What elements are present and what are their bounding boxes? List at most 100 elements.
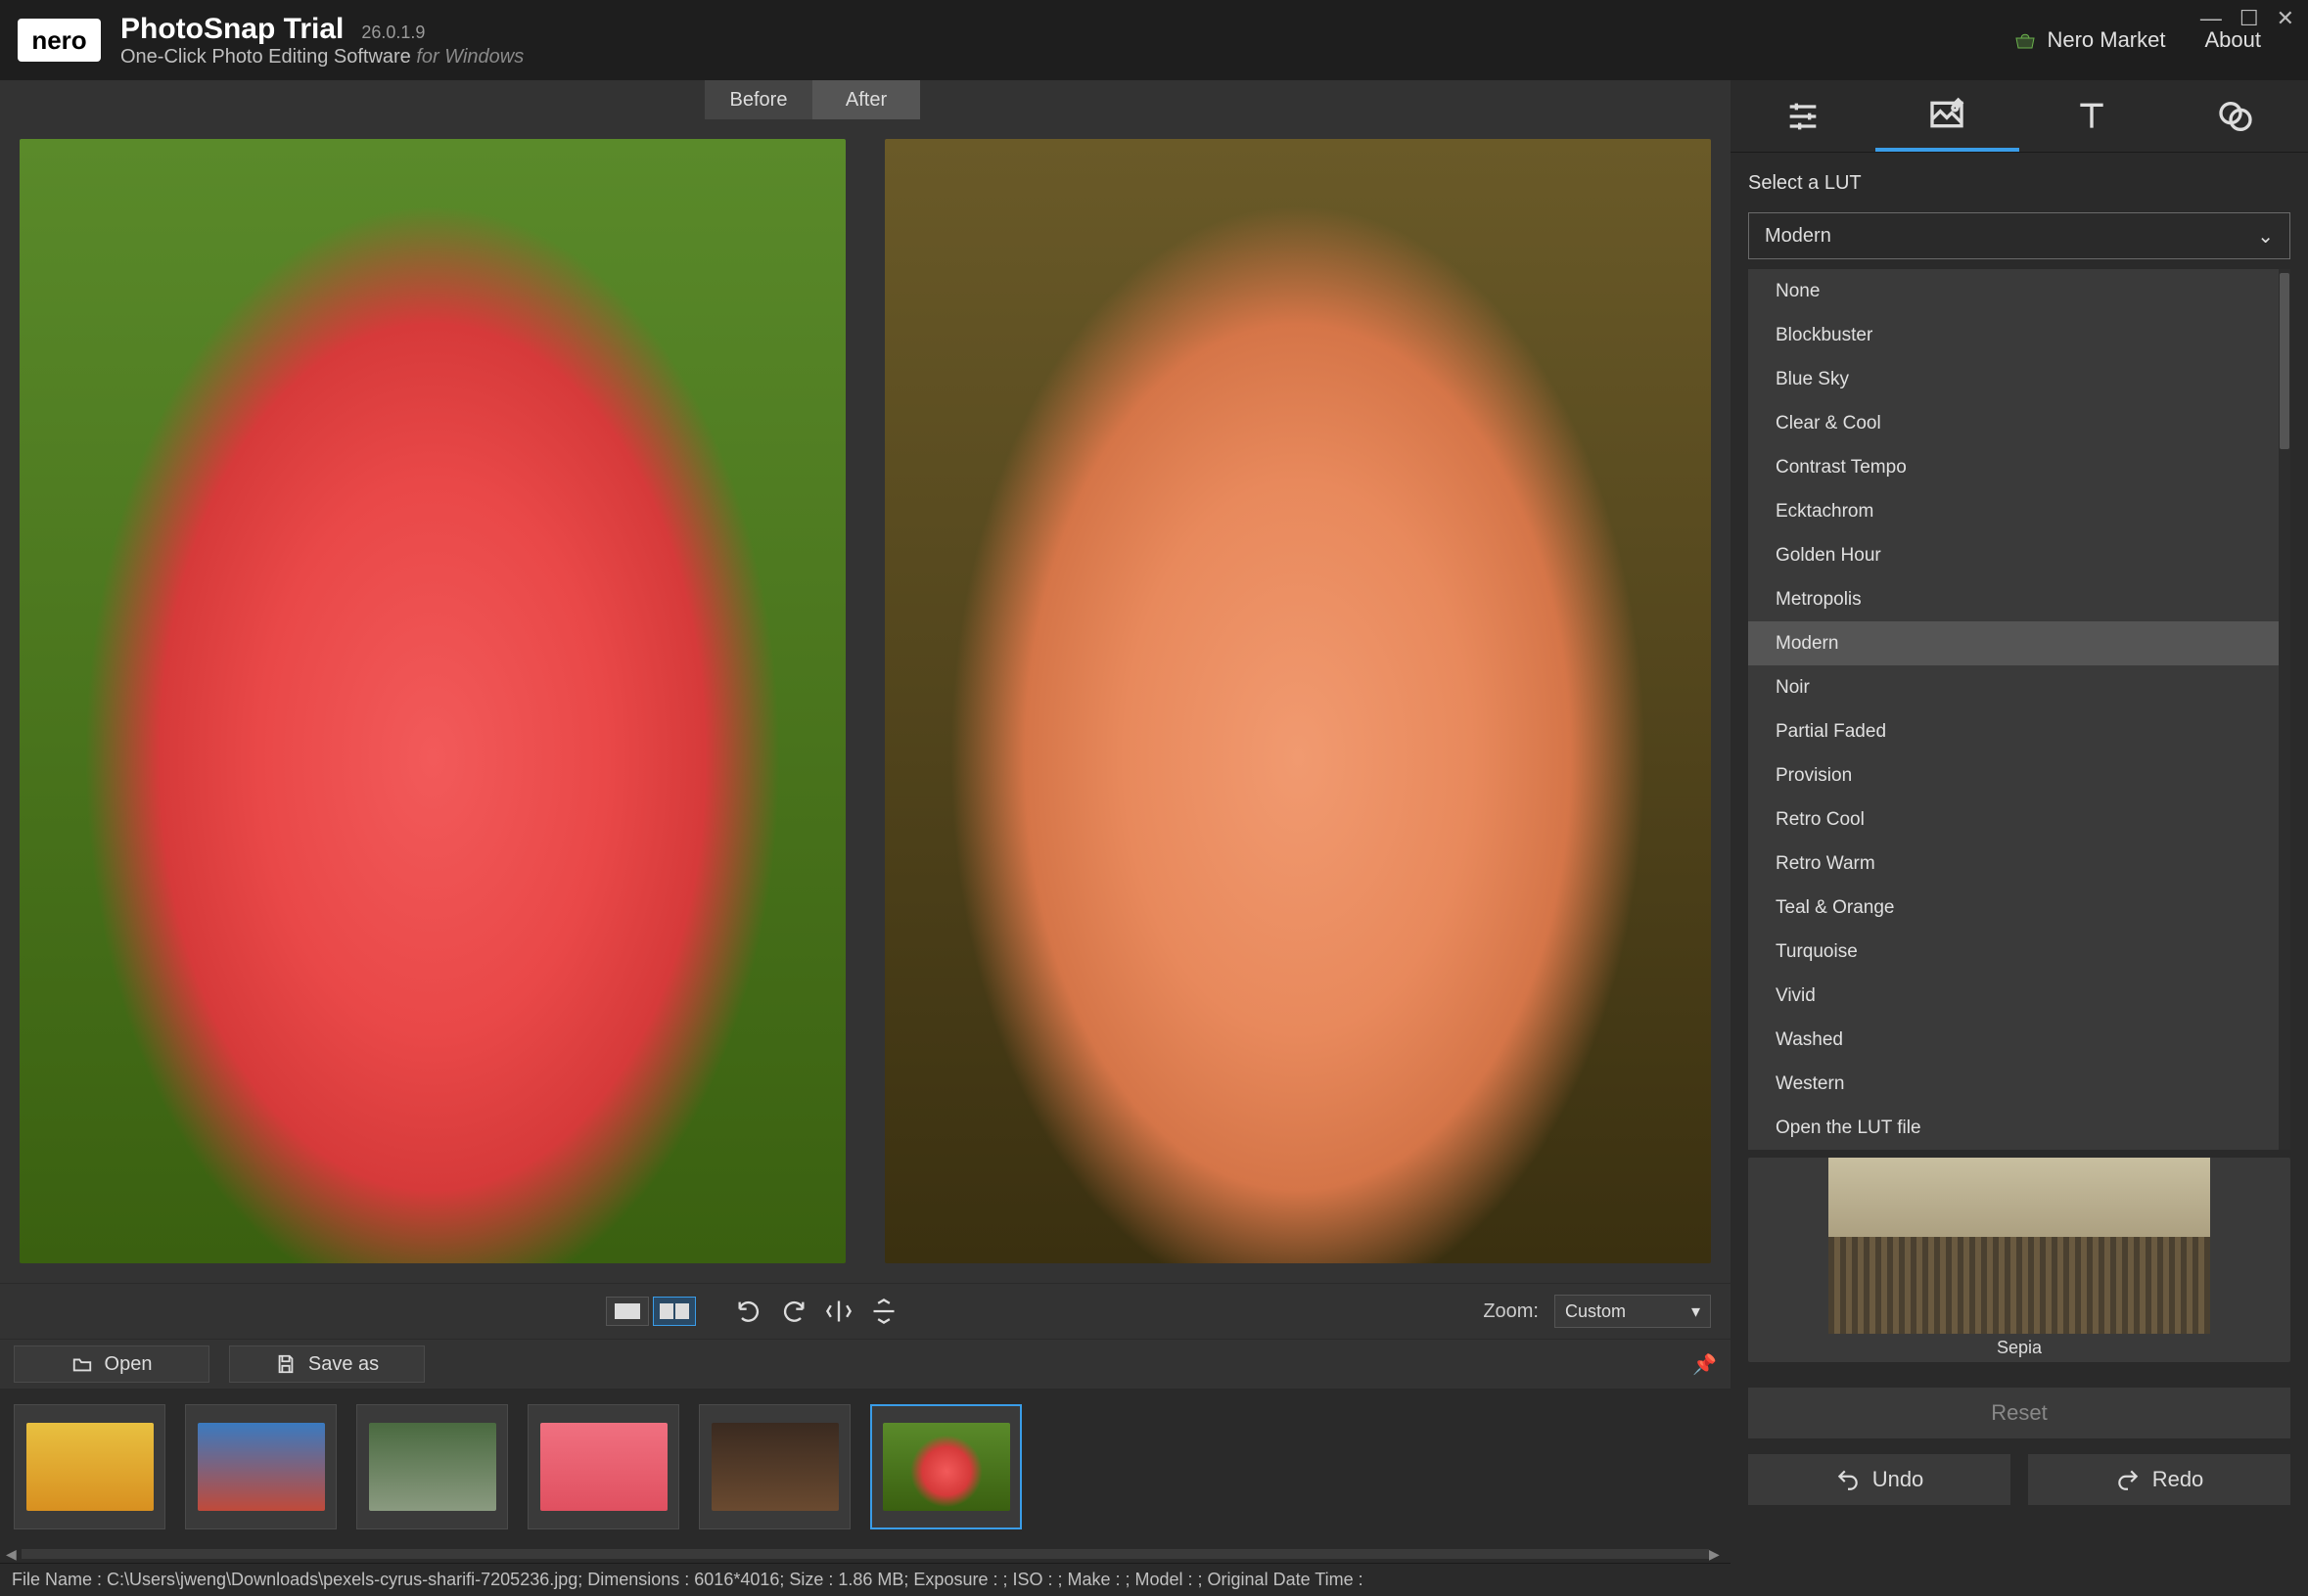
lut-option-ecktachrom[interactable]: Ecktachrom (1748, 489, 2290, 533)
lut-selected-value: Modern (1765, 225, 1831, 248)
pin-button[interactable]: 📌 (1692, 1352, 1717, 1377)
side-tabs (1731, 80, 2308, 153)
scroll-track[interactable] (22, 1549, 1709, 1559)
open-label: Open (105, 1353, 153, 1376)
lut-option-golden-hour[interactable]: Golden Hour (1748, 533, 2290, 577)
after-image (885, 139, 1711, 1263)
lut-option-clear-cool[interactable]: Clear & Cool (1748, 401, 2290, 445)
lut-preview-strip: Sepia (1731, 1150, 2308, 1372)
subtitle-main: One-Click Photo Editing Software (120, 46, 411, 68)
lut-option-modern[interactable]: Modern (1748, 621, 2290, 665)
lut-select[interactable]: Modern ⌄ (1748, 212, 2290, 259)
subtitle-for: for Windows (416, 46, 524, 68)
undo-button[interactable]: Undo (1748, 1454, 2010, 1505)
effects-tab[interactable] (2164, 80, 2308, 152)
open-icon (71, 1353, 93, 1375)
side-panel: Select a LUT Modern ⌄ NoneBlockbusterBlu… (1731, 80, 2308, 1596)
chevron-down-icon: ⌄ (2257, 224, 2274, 249)
compare-tabs: Before After (0, 80, 1731, 119)
nero-market-link[interactable]: Nero Market (2013, 27, 2165, 53)
image-viewer (0, 119, 1731, 1283)
scroll-left-icon[interactable]: ◀ (6, 1546, 22, 1563)
thumbnail-3[interactable] (528, 1404, 679, 1529)
lut-option-open-the-lut-file[interactable]: Open the LUT file (1748, 1106, 2290, 1150)
lut-option-blockbuster[interactable]: Blockbuster (1748, 313, 2290, 357)
lut-tab[interactable] (1875, 80, 2020, 152)
redo-label: Redo (2152, 1467, 2204, 1492)
flip-vertical-button[interactable] (870, 1300, 898, 1323)
lut-option-vivid[interactable]: Vivid (1748, 974, 2290, 1018)
close-button[interactable]: ✕ (2277, 6, 2294, 31)
undo-icon (1835, 1467, 1861, 1492)
lut-option-turquoise[interactable]: Turquoise (1748, 930, 2290, 974)
lut-option-noir[interactable]: Noir (1748, 665, 2290, 709)
zoom-select[interactable]: Custom ▾ (1554, 1295, 1711, 1328)
workspace-panel: Before After Zoom: (0, 80, 1731, 1596)
flip-horizontal-button[interactable] (825, 1300, 853, 1323)
thumbnail-image (883, 1423, 1010, 1511)
open-button[interactable]: Open (14, 1345, 209, 1383)
zoom-label: Zoom: (1483, 1300, 1539, 1323)
lut-option-washed[interactable]: Washed (1748, 1018, 2290, 1062)
tab-after[interactable]: After (812, 80, 920, 119)
title-block: PhotoSnap Trial 26.0.1.9 One-Click Photo… (120, 13, 524, 68)
rotate-left-button[interactable] (735, 1300, 762, 1323)
lut-option-western[interactable]: Western (1748, 1062, 2290, 1106)
thumbnail-image (26, 1423, 154, 1511)
text-tab[interactable] (2019, 80, 2164, 152)
lut-option-teal-orange[interactable]: Teal & Orange (1748, 886, 2290, 930)
lut-sample-sepia[interactable]: Sepia (1748, 1158, 2290, 1362)
lut-dropdown-scrollbar[interactable] (2279, 269, 2290, 1150)
thumbnail-2[interactable] (356, 1404, 508, 1529)
file-bar: Open Save as 📌 (0, 1340, 1731, 1389)
lut-dropdown[interactable]: NoneBlockbusterBlue SkyClear & CoolContr… (1748, 269, 2290, 1150)
lut-option-provision[interactable]: Provision (1748, 753, 2290, 798)
thumbnail-5[interactable] (870, 1404, 1022, 1529)
status-bar: File Name : C:\Users\jweng\Downloads\pex… (0, 1563, 1731, 1596)
lut-option-none[interactable]: None (1748, 269, 2290, 313)
split-view-button[interactable] (653, 1297, 696, 1326)
app-title: PhotoSnap Trial (120, 13, 344, 46)
tab-before[interactable]: Before (705, 80, 812, 119)
lut-option-metropolis[interactable]: Metropolis (1748, 577, 2290, 621)
save-as-button[interactable]: Save as (229, 1345, 425, 1383)
sample-image (1828, 1158, 2210, 1334)
lut-option-contrast-tempo[interactable]: Contrast Tempo (1748, 445, 2290, 489)
viewer-toolbar: Zoom: Custom ▾ (0, 1283, 1731, 1340)
save-as-label: Save as (308, 1353, 379, 1376)
thumbnail-4[interactable] (699, 1404, 851, 1529)
before-image (20, 139, 846, 1263)
rotate-right-button[interactable] (780, 1300, 808, 1323)
thumbnail-1[interactable] (185, 1404, 337, 1529)
thumbnail-image (540, 1423, 668, 1511)
chevron-down-icon: ▾ (1691, 1301, 1700, 1322)
thumbnail-image (712, 1423, 839, 1511)
save-icon (275, 1353, 297, 1375)
reset-button[interactable]: Reset (1748, 1388, 2290, 1438)
view-mode-group (606, 1297, 696, 1326)
minimize-button[interactable]: — (2200, 6, 2222, 31)
app-subtitle: One-Click Photo Editing Software for Win… (120, 46, 524, 68)
single-view-button[interactable] (606, 1297, 649, 1326)
lut-option-partial-faded[interactable]: Partial Faded (1748, 709, 2290, 753)
thumbnail-0[interactable] (14, 1404, 165, 1529)
undo-label: Undo (1872, 1467, 1924, 1492)
maximize-button[interactable]: ☐ (2239, 6, 2259, 31)
filmstrip[interactable] (0, 1389, 1731, 1545)
market-label: Nero Market (2047, 27, 2165, 53)
thumbnail-image (198, 1423, 325, 1511)
lut-option-retro-warm[interactable]: Retro Warm (1748, 842, 2290, 886)
before-pane[interactable] (20, 139, 846, 1263)
market-icon (2013, 30, 2037, 50)
lut-section-label: Select a LUT (1748, 172, 2290, 195)
after-pane[interactable] (885, 139, 1711, 1263)
zoom-value: Custom (1565, 1301, 1626, 1322)
redo-button[interactable]: Redo (2028, 1454, 2290, 1505)
filmstrip-scrollbar[interactable]: ◀ ▶ (0, 1545, 1731, 1563)
redo-icon (2115, 1467, 2141, 1492)
sliders-tab[interactable] (1731, 80, 1875, 152)
lut-option-retro-cool[interactable]: Retro Cool (1748, 798, 2290, 842)
lut-option-blue-sky[interactable]: Blue Sky (1748, 357, 2290, 401)
scroll-right-icon[interactable]: ▶ (1709, 1546, 1725, 1563)
nero-logo: nero (18, 19, 101, 62)
